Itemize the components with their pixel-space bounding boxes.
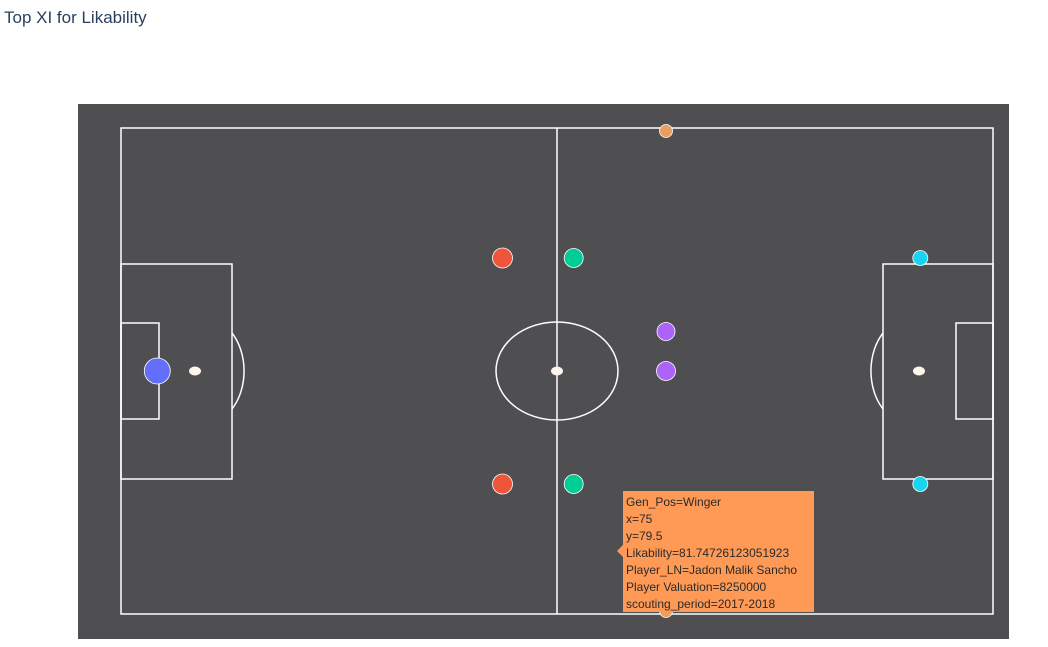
tooltip-line: Player Valuation=8250000 xyxy=(626,580,767,594)
center-spot xyxy=(551,366,563,376)
left-penalty-spot xyxy=(189,366,201,376)
player-point-st[interactable] xyxy=(912,250,929,266)
tooltip-line: Likability=81.74726123051923 xyxy=(626,546,789,560)
pitch-chart: Gen_Pos=Winger x=75 y=79.5 Likability=81… xyxy=(78,104,1009,639)
player-point-gk[interactable] xyxy=(143,357,171,385)
hover-tooltip: Gen_Pos=Winger x=75 y=79.5 Likability=81… xyxy=(617,491,814,612)
player-point-cm[interactable] xyxy=(656,361,676,381)
right-penalty-spot xyxy=(913,366,925,376)
player-point-winger[interactable] xyxy=(659,124,673,138)
tooltip-line: x=75 xyxy=(626,512,653,526)
player-point-cb[interactable] xyxy=(492,247,513,269)
player-point-fb[interactable] xyxy=(563,474,584,494)
player-point-st[interactable] xyxy=(912,476,929,492)
player-point-cb[interactable] xyxy=(492,473,513,495)
pitch-background xyxy=(78,104,1009,639)
tooltip-line: y=79.5 xyxy=(626,529,663,543)
player-point-cm[interactable] xyxy=(656,322,676,341)
tooltip-line: Player_LN=Jadon Malik Sancho xyxy=(626,563,797,577)
tooltip-line: scouting_period=2017-2018 xyxy=(626,597,775,611)
tooltip-line: Gen_Pos=Winger xyxy=(626,495,721,509)
player-point-fb[interactable] xyxy=(563,248,584,268)
